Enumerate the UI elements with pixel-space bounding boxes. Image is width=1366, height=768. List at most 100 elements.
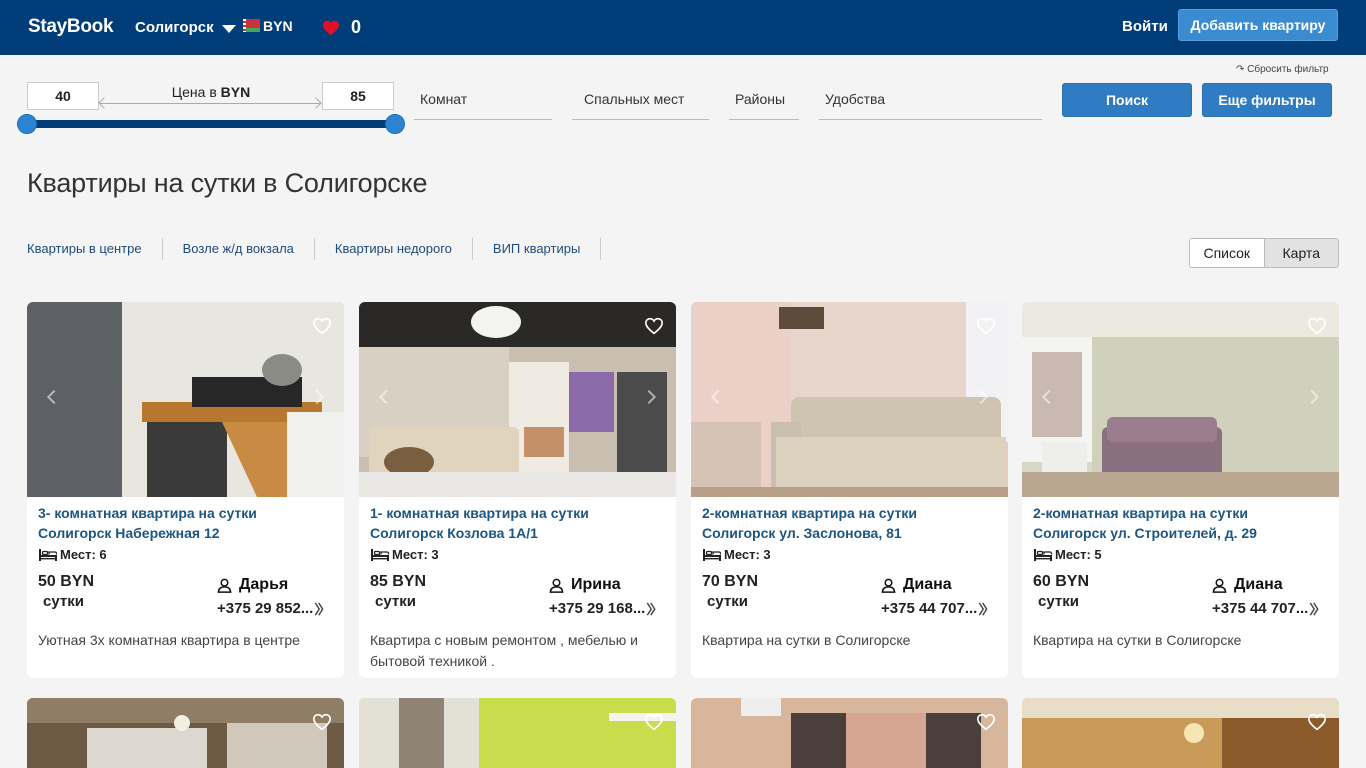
- add-apartment-button[interactable]: Добавить квартиру: [1178, 9, 1338, 41]
- listing-title-line: 2-комнатная квартира на сутки: [702, 505, 918, 521]
- listing-address: Солигорск Козлова 1А/1: [370, 525, 538, 541]
- listing-photo[interactable]: [1022, 698, 1339, 768]
- favorite-heart-icon[interactable]: [312, 317, 332, 335]
- quick-link-vip[interactable]: ВИП квартиры: [493, 238, 602, 260]
- price-range-label: Цена в BYN: [100, 84, 322, 100]
- view-toggle: Список Карта: [1189, 238, 1339, 268]
- rooms-filter[interactable]: Комнат: [414, 88, 552, 120]
- phone-number: +375 29 852...: [217, 600, 314, 617]
- listing-places: Мест: 5: [1033, 547, 1102, 562]
- listing-description: Квартира с новым ремонтом , мебелью и бы…: [370, 632, 638, 669]
- sleeping-places-filter[interactable]: Спальных мест: [572, 88, 709, 120]
- listing-address: Солигорск ул. Заслонова, 81: [702, 525, 902, 541]
- listing-card[interactable]: 3- комнатная квартира на сутки Солигорск…: [27, 302, 344, 678]
- bed-icon: [1033, 548, 1053, 562]
- owner-name: Диана: [903, 576, 952, 593]
- listing-photo[interactable]: [27, 302, 344, 497]
- bed-icon: [370, 548, 390, 562]
- favorites-count[interactable]: 0: [351, 17, 361, 38]
- favorite-heart-icon[interactable]: [312, 713, 332, 731]
- listing-price: 85 BYN: [370, 573, 427, 590]
- favorites-heart-icon[interactable]: [322, 20, 340, 36]
- price-slider-track[interactable]: [27, 120, 395, 128]
- bed-icon: [38, 548, 58, 562]
- bed-icon: [702, 548, 722, 562]
- login-link[interactable]: Войти: [1122, 18, 1168, 35]
- listing-title[interactable]: 1- комнатная квартира на сутки Солигорск…: [370, 503, 670, 543]
- listing-description: Уютная 3х комнатная квартира в центре: [38, 632, 300, 648]
- listing-photo[interactable]: [691, 302, 1008, 497]
- price-max-input[interactable]: 85: [322, 82, 394, 110]
- listing-price: 50 BYN: [38, 573, 95, 590]
- amenities-filter[interactable]: Удобства: [819, 88, 1042, 120]
- listing-phone[interactable]: +375 44 707... 〉〉: [1212, 599, 1326, 618]
- owner-name: Дарья: [239, 576, 289, 593]
- quick-link-cheap[interactable]: Квартиры недорого: [335, 238, 473, 260]
- listing-photo[interactable]: [359, 698, 676, 768]
- more-filters-button[interactable]: Еще фильтры: [1202, 83, 1332, 117]
- places-count: Мест: 5: [1055, 547, 1102, 562]
- price-min-input[interactable]: 40: [27, 82, 99, 110]
- favorite-heart-icon[interactable]: [644, 317, 664, 335]
- listing-photo[interactable]: [27, 698, 344, 768]
- double-chevron-right-icon[interactable]: 〉〉: [978, 599, 994, 618]
- city-name: Солигорск: [135, 19, 214, 36]
- price-slider-min-handle[interactable]: [17, 114, 37, 134]
- favorite-heart-icon[interactable]: [1307, 713, 1327, 731]
- reset-filter-link[interactable]: ↷ Сбросить фильтр: [1236, 64, 1329, 75]
- price-label-currency: BYN: [220, 84, 251, 100]
- listing-phone[interactable]: +375 44 707... 〉〉: [881, 599, 995, 618]
- quick-link-center[interactable]: Квартиры в центре: [27, 238, 163, 260]
- favorite-heart-icon[interactable]: [976, 317, 996, 335]
- listing-places: Мест: 6: [38, 547, 107, 562]
- listing-card[interactable]: [691, 698, 1008, 768]
- listing-card[interactable]: [359, 698, 676, 768]
- listing-phone[interactable]: +375 29 168... 〉〉: [549, 599, 663, 618]
- listing-photo[interactable]: [359, 302, 676, 497]
- listing-title[interactable]: 2-комнатная квартира на сутки Солигорск …: [702, 503, 1002, 543]
- site-logo[interactable]: StayBook: [28, 16, 114, 38]
- listing-title-line: 3- комнатная квартира на сутки: [38, 505, 257, 521]
- listing-places: Мест: 3: [370, 547, 439, 562]
- listing-title[interactable]: 3- комнатная квартира на сутки Солигорск…: [38, 503, 338, 543]
- listing-price: 70 BYN: [702, 573, 759, 590]
- places-count: Мест: 3: [724, 547, 771, 562]
- search-button[interactable]: Поиск: [1062, 83, 1192, 117]
- listing-title[interactable]: 2-комнатная квартира на сутки Солигорск …: [1033, 503, 1333, 543]
- listing-card[interactable]: 2-комнатная квартира на сутки Солигорск …: [691, 302, 1008, 678]
- quick-link-station[interactable]: Возле ж/д вокзала: [183, 238, 315, 260]
- listing-owner: Дарья: [217, 576, 288, 594]
- listing-card[interactable]: [27, 698, 344, 768]
- districts-filter[interactable]: Районы: [729, 88, 799, 120]
- places-count: Мест: 3: [392, 547, 439, 562]
- listing-photo[interactable]: [691, 698, 1008, 768]
- listing-card[interactable]: 1- комнатная квартира на сутки Солигорск…: [359, 302, 676, 678]
- person-icon: [549, 578, 564, 593]
- phone-number: +375 29 168...: [549, 600, 646, 617]
- listing-phone[interactable]: +375 29 852... 〉〉: [217, 599, 331, 618]
- listing-card[interactable]: 2-комнатная квартира на сутки Солигорск …: [1022, 302, 1339, 678]
- double-chevron-right-icon[interactable]: 〉〉: [1309, 599, 1325, 618]
- listing-card[interactable]: [1022, 698, 1339, 768]
- city-selector[interactable]: Солигорск: [135, 19, 236, 36]
- listing-title-line: 1- комнатная квартира на сутки: [370, 505, 589, 521]
- owner-name: Ирина: [571, 576, 621, 593]
- phone-number: +375 44 707...: [881, 600, 978, 617]
- double-chevron-right-icon[interactable]: 〉〉: [646, 599, 662, 618]
- currency-selector[interactable]: BYN: [263, 18, 293, 34]
- listing-price: 60 BYN: [1033, 573, 1090, 590]
- favorite-heart-icon[interactable]: [1307, 317, 1327, 335]
- price-period: сутки: [1038, 593, 1079, 610]
- double-chevron-right-icon[interactable]: 〉〉: [314, 599, 330, 618]
- listing-owner: Диана: [1212, 576, 1283, 594]
- listing-description: Квартира на сутки в Солигорске: [1033, 632, 1242, 648]
- listing-photo[interactable]: [1022, 302, 1339, 497]
- listing-address: Солигорск ул. Строителей, д. 29: [1033, 525, 1257, 541]
- list-view-button[interactable]: Список: [1190, 239, 1264, 267]
- price-slider-max-handle[interactable]: [385, 114, 405, 134]
- favorite-heart-icon[interactable]: [644, 713, 664, 731]
- listing-owner: Диана: [881, 576, 952, 594]
- price-range-arrow: [100, 103, 320, 104]
- map-view-button[interactable]: Карта: [1263, 239, 1338, 267]
- favorite-heart-icon[interactable]: [976, 713, 996, 731]
